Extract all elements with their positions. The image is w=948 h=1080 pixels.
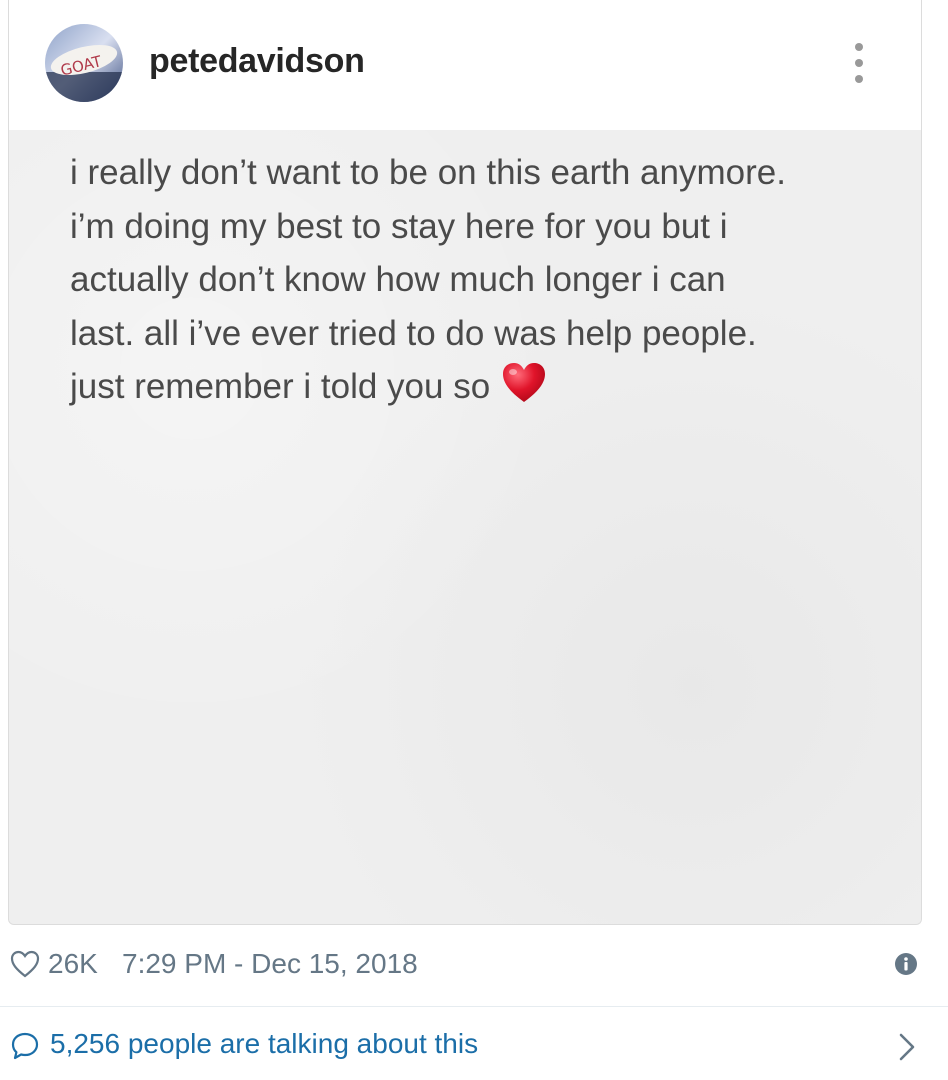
note-line: actually don’t know how much longer i ca… — [70, 260, 726, 299]
note-text: i really don’t want to be on this earth … — [70, 146, 880, 414]
conversation-link[interactable]: 5,256 people are talking about this — [10, 1024, 938, 1068]
avatar[interactable]: GOAT — [45, 24, 123, 102]
note-line: i’m doing my best to stay here for you b… — [70, 206, 728, 246]
instagram-post-card[interactable]: GOAT petedavidson i really don’t want to… — [8, 0, 922, 925]
note-line-text: just remember i told you so — [70, 367, 491, 406]
username[interactable]: petedavidson — [149, 42, 365, 81]
note-line-last: just remember i told you so — [70, 360, 880, 414]
post-header: GOAT petedavidson — [9, 0, 921, 131]
info-icon[interactable] — [894, 952, 918, 976]
tweet-embed: GOAT petedavidson i really don’t want to… — [0, 0, 948, 1080]
tweet-meta: 26K 7:29 PM - Dec 15, 2018 — [10, 944, 938, 984]
note-line: last. all i’ve ever tried to do was help… — [70, 313, 757, 353]
heart-outline-icon[interactable] — [10, 950, 40, 978]
timestamp-link[interactable]: 7:29 PM - Dec 15, 2018 — [122, 948, 418, 980]
red-heart-icon — [502, 362, 546, 420]
like-count[interactable]: 26K — [48, 948, 98, 980]
chevron-right-icon[interactable] — [896, 1032, 918, 1062]
conversation-text[interactable]: 5,256 people are talking about this — [50, 1028, 478, 1060]
more-vertical-icon[interactable] — [841, 40, 877, 86]
divider — [0, 1006, 948, 1007]
post-image[interactable]: i really don’t want to be on this earth … — [9, 130, 921, 924]
speech-bubble-icon — [10, 1031, 40, 1061]
note-line: i really don’t want to be on this earth … — [70, 153, 786, 192]
